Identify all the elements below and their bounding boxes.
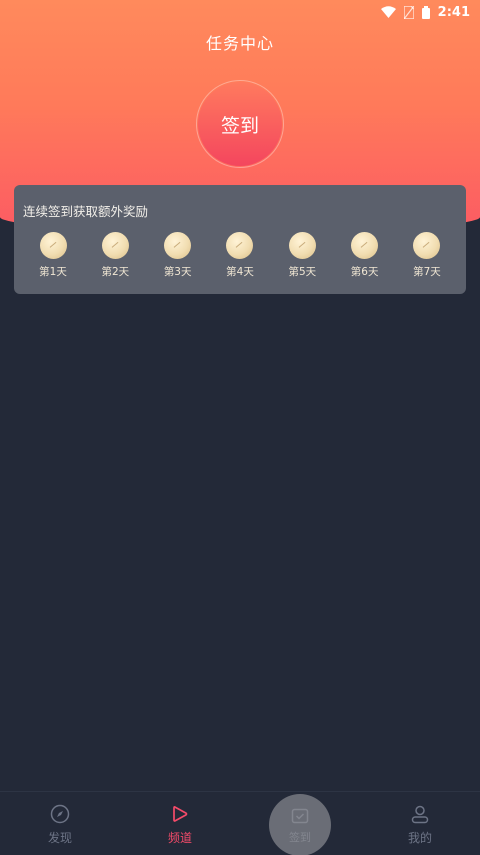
day-label: 第6天 [350,266,379,278]
battery-icon [421,5,430,19]
tab-signin[interactable]: 签到 [269,794,331,855]
coin-icon [226,232,254,259]
reward-card: 连续签到获取额外奖励 第1天 第2天 第3天 第4天 第5天 第6天 第7天 [14,185,466,294]
signin-button[interactable]: 签到 [198,82,282,166]
reward-day-1: 第1天 [27,232,79,279]
status-bar: 2:41 [0,0,480,24]
reward-day-2: 第2天 [89,232,141,279]
day-label: 第4天 [226,266,254,278]
wifi-icon [380,6,396,18]
play-icon [170,804,190,827]
calendar-check-icon [290,806,310,829]
status-time: 2:41 [437,4,470,20]
compass-icon [50,804,70,827]
coin-icon [101,232,129,259]
day-label: 第2天 [101,266,130,278]
reward-day-3: 第3天 [152,232,204,279]
tab-mine[interactable]: 我的 [390,804,450,846]
reward-day-4: 第4天 [214,232,266,279]
coin-icon [351,232,379,259]
day-label: 第3天 [163,266,192,278]
coin-icon [39,232,67,259]
day-label: 第5天 [288,266,317,278]
signin-ring: 签到 [196,80,284,168]
no-sim-icon [403,5,414,19]
coin-icon [164,232,192,259]
day-label: 第1天 [39,266,67,278]
reward-day-5: 第5天 [276,232,328,279]
day-label: 第7天 [413,266,441,278]
user-icon [410,804,430,827]
page-title: 任务中心 [205,34,274,53]
reward-day-6: 第6天 [339,232,391,279]
tab-channel[interactable]: 频道 [150,804,210,846]
tab-label: 签到 [289,830,311,844]
bottom-tabbar: 发现 频道 签到 我的 [0,791,480,855]
tab-discover[interactable]: 发现 [30,804,90,846]
coin-icon [288,232,316,259]
reward-day-7: 第7天 [401,232,453,279]
coin-icon [413,232,441,259]
reward-days: 第1天 第2天 第3天 第4天 第5天 第6天 第7天 [27,232,453,279]
reward-title: 连续签到获取额外奖励 [23,204,149,219]
tab-label: 我的 [407,831,432,845]
tab-label: 发现 [47,831,72,845]
tab-label: 频道 [167,831,192,845]
